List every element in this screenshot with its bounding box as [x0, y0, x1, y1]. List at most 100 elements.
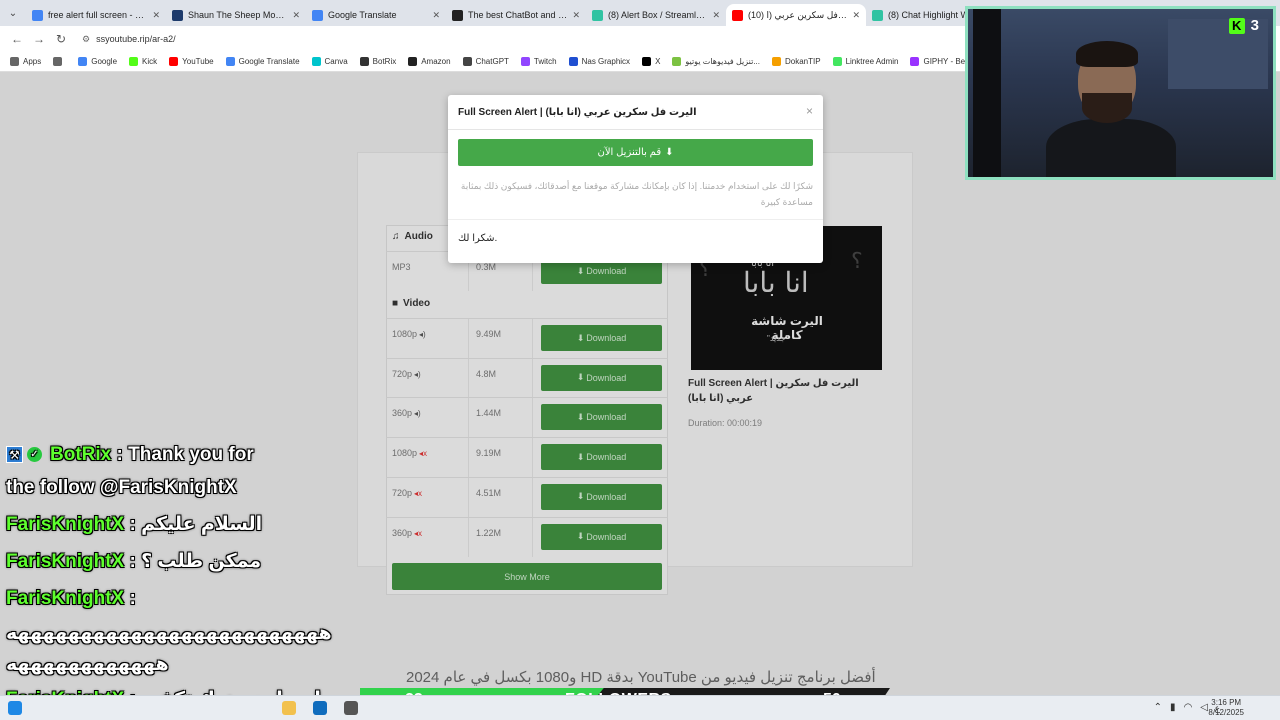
modal-title: Full Screen Alert | اليرت فل سكرين عربي …: [458, 107, 697, 118]
chat-text: : Thank you for: [111, 444, 254, 465]
bookmark-favicon-icon: [359, 57, 369, 66]
chat-message: the follow @FarisKnightX: [6, 477, 237, 499]
chat-message: FarisKnightX :: [6, 588, 136, 610]
bookmark-item[interactable]: Amazon: [408, 57, 451, 66]
clock[interactable]: 3:16 PM 8/12/2025: [1208, 698, 1244, 718]
bookmark-favicon-icon: [568, 57, 578, 66]
kick-logo-icon: K: [1228, 17, 1245, 34]
wifi-icon[interactable]: ◠: [1184, 702, 1193, 713]
start-icon[interactable]: [8, 701, 22, 715]
bookmark-item[interactable]: تنزيل فيديوهات يوتيو...: [672, 57, 760, 66]
chat-message: هههههههههههههههههههههههههه: [6, 622, 332, 645]
tab-search-icon[interactable]: ⌄: [0, 0, 26, 26]
clock-date: 8/12/2025: [1208, 708, 1244, 717]
bookmark-item[interactable]: ChatGPT: [462, 57, 509, 66]
file-explorer-icon[interactable]: [282, 701, 296, 715]
download-now-label: قم بالتنزيل الآن: [597, 147, 662, 158]
modal-thanks: شكرا لك.: [458, 233, 498, 244]
chevron-up-icon[interactable]: ⌃: [1154, 702, 1162, 713]
tab-favicon-icon: [732, 9, 743, 21]
download-icon: ⬇: [665, 147, 674, 158]
bookmark-favicon-icon: [311, 57, 321, 66]
webcam-person-hair: [1076, 41, 1138, 67]
webcam-person-beard: [1082, 93, 1132, 123]
chat-message: FarisKnightX : ممكن طلب ؟: [6, 550, 261, 573]
tab-close-icon[interactable]: ✕: [712, 10, 720, 21]
tab-close-icon[interactable]: ✕: [852, 10, 860, 21]
bookmark-label: Amazon: [421, 57, 451, 66]
bookmark-item[interactable]: DokanTIP: [771, 57, 821, 66]
bookmark-label: YouTube: [182, 57, 214, 66]
chat-message: FarisKnightX : السلام عليكم: [6, 513, 262, 536]
webcam-person-body: [1046, 119, 1176, 177]
bookmark-item[interactable]: YouTube: [169, 57, 214, 66]
chat-username: FarisKnightX: [6, 588, 125, 609]
bookmark-item[interactable]: Twitch: [520, 57, 557, 66]
moderator-badge-icon: ⚒: [6, 446, 23, 464]
chat-text: the follow @FarisKnightX: [6, 477, 237, 498]
app-icon[interactable]: [344, 701, 358, 715]
outlook-icon[interactable]: [313, 701, 327, 715]
bookmark-item[interactable]: Apps: [10, 57, 41, 66]
browser-tab[interactable]: Shaun The Sheep Movie Ok ✕: [166, 4, 306, 26]
bookmark-label: BotRix: [372, 57, 397, 66]
bookmark-favicon-icon: [129, 57, 139, 66]
bookmark-item[interactable]: Nas Graphicx: [568, 57, 631, 66]
bookmark-item[interactable]: Kick: [129, 57, 157, 66]
browser-tab[interactable]: (8) Alert Box / Streamlabs ✕: [586, 4, 726, 26]
back-icon[interactable]: ←: [6, 32, 28, 46]
modal-message: شكرًا لك على استخدام خدمتنا. إذا كان بإم…: [460, 181, 813, 207]
bookmark-item[interactable]: Google Translate: [225, 57, 300, 66]
bookmark-item[interactable]: Linktree Admin: [832, 57, 898, 66]
bookmark-item[interactable]: BotRix: [359, 57, 397, 66]
kick-viewer-badge: K 3: [1228, 17, 1259, 34]
chat-username: FarisKnightX: [6, 551, 125, 572]
battery-icon[interactable]: ▮: [1170, 702, 1176, 713]
bookmark-favicon-icon: [672, 57, 682, 66]
bookmark-item[interactable]: Canva: [311, 57, 348, 66]
reload-icon[interactable]: ↻: [50, 32, 72, 46]
forward-icon[interactable]: →: [28, 32, 50, 46]
bookmark-favicon-icon: [910, 57, 920, 66]
download-modal: Full Screen Alert | اليرت فل سكرين عربي …: [448, 95, 823, 263]
bookmark-label: Canva: [324, 57, 348, 66]
tab-close-icon[interactable]: ✕: [152, 10, 160, 21]
bookmark-item[interactable]: Google: [78, 57, 117, 66]
bookmark-favicon-icon: [10, 57, 19, 66]
tab-close-icon[interactable]: ✕: [432, 10, 440, 21]
chat-text: : السلام عليكم: [124, 514, 263, 535]
tab-close-icon[interactable]: ✕: [572, 10, 580, 21]
tab-favicon-icon: [172, 9, 183, 21]
tab-title: free alert full screen - بحث G: [48, 9, 149, 20]
bookmark-item[interactable]: [53, 57, 66, 66]
volume-icon[interactable]: ◁: [1200, 702, 1208, 713]
modal-close-icon[interactable]: ×: [806, 104, 813, 118]
tab-close-icon[interactable]: ✕: [292, 10, 300, 21]
bookmark-label: Nas Graphicx: [581, 57, 631, 66]
chat-text: :: [124, 588, 136, 609]
browser-tab[interactable]: The best ChatBot and Widge✕: [446, 4, 586, 26]
site-info-icon[interactable]: ⚙: [82, 34, 90, 45]
bookmark-label: DokanTIP: [784, 57, 821, 66]
url-field[interactable]: ⚙ ssyoutube.rip/ar-a2/: [82, 34, 176, 45]
bookmark-favicon-icon: [642, 57, 652, 66]
browser-tab[interactable]: Google Translate ✕: [306, 4, 446, 26]
browser-tab[interactable]: free alert full screen - بحث G✕: [26, 4, 166, 26]
system-tray: ⌃ ▮ ◠ ◁: [1154, 702, 1208, 713]
browser-tab[interactable]: (10) اليرت فل سكرين عربي (ا✕: [726, 4, 866, 26]
tab-favicon-icon: [452, 9, 463, 21]
modal-divider: [448, 219, 823, 220]
chat-message: ⚒ ✓ BotRix : Thank you for: [6, 444, 254, 466]
url-text: ssyoutube.rip/ar-a2/: [96, 34, 176, 44]
tab-title: (8) Alert Box / Streamlabs: [608, 10, 709, 20]
chat-message: ههههههههههههه: [6, 653, 169, 676]
bookmark-label: Google Translate: [238, 57, 300, 66]
taskbar: ⌃ ▮ ◠ ◁ ع 3:16 PM 8/12/2025: [0, 695, 1280, 720]
tab-favicon-icon: [872, 9, 883, 21]
chat-text: هههههههههههههههههههههههههه: [6, 623, 332, 644]
bookmark-label: Apps: [23, 57, 42, 66]
download-now-button[interactable]: قم بالتنزيل الآن ⬇: [458, 139, 813, 166]
bookmark-favicon-icon: [78, 57, 88, 66]
bookmark-favicon-icon: [832, 57, 842, 66]
bookmark-item[interactable]: X: [642, 57, 660, 66]
